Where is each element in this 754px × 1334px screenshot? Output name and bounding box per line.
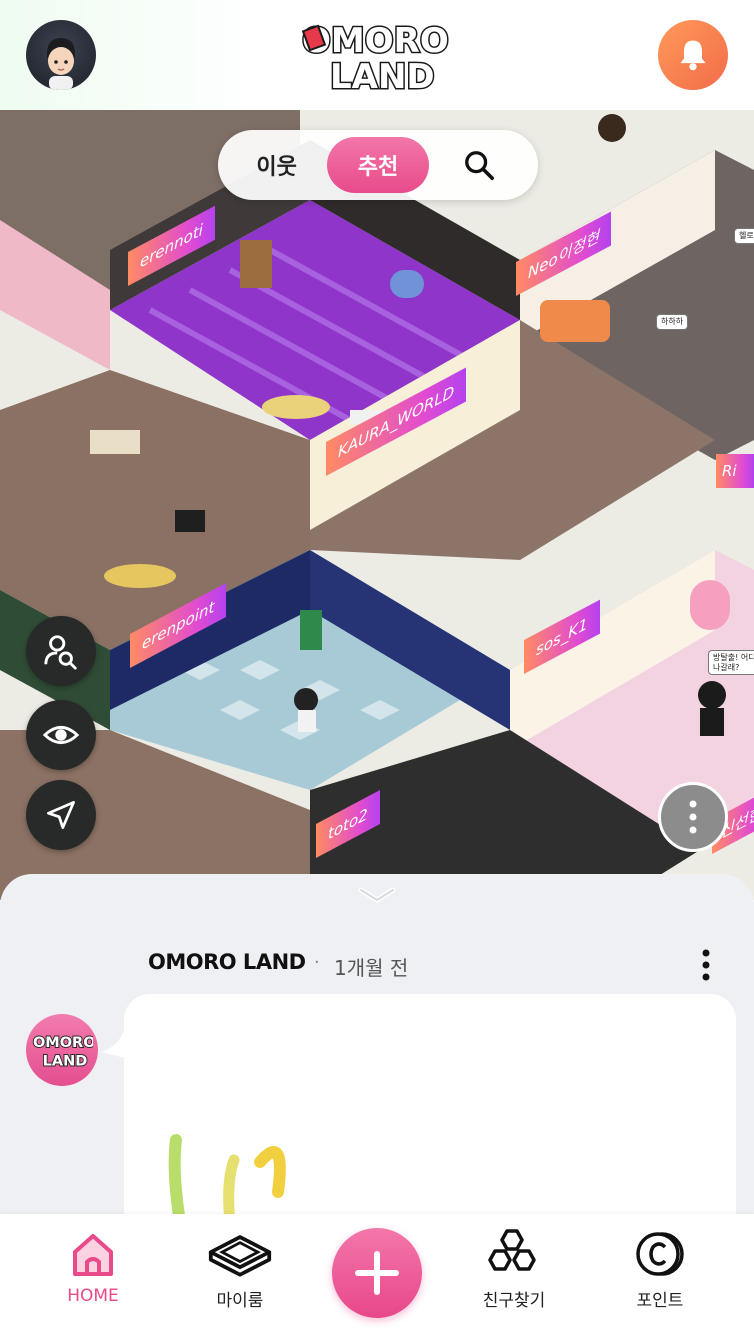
nav-home-label: HOME (67, 1286, 119, 1306)
navigate-button[interactable] (26, 780, 96, 850)
notification-button[interactable] (658, 20, 728, 90)
room-map[interactable]: erennoti KAURA_WORLD Neo이정현 erenpoint so… (0, 110, 754, 900)
bell-icon (680, 40, 706, 71)
nav-my-room-label: 마이룸 (216, 1291, 264, 1311)
tab-neighbors[interactable]: 이웃 (226, 137, 327, 193)
speech-bubble: 하하하 (656, 314, 689, 330)
post-author-name[interactable]: OMORO LAND (148, 950, 306, 974)
top-header: OMORO LAND (0, 0, 754, 110)
nav-home[interactable]: HOME (28, 1214, 158, 1334)
nav-find-friends[interactable]: 친구찾기 (449, 1214, 579, 1334)
more-options-button[interactable] (658, 782, 728, 852)
eye-icon (42, 725, 80, 745)
add-button[interactable] (332, 1228, 422, 1318)
avatar-logo-line2: LAND (43, 1054, 88, 1070)
nav-points[interactable]: 포인트 (595, 1214, 725, 1334)
profile-avatar-button[interactable] (26, 20, 96, 90)
post-image-artwork (168, 1134, 286, 1222)
hexagon-friends-icon (488, 1229, 536, 1271)
plus-icon (355, 1251, 399, 1295)
logo-line2: LAND (330, 57, 435, 94)
post-separator: · (314, 952, 320, 973)
home-icon (73, 1234, 113, 1276)
speech-bubble: 헬로~ (734, 228, 754, 244)
nav-my-room[interactable]: 마이룸 (175, 1214, 305, 1334)
nav-find-friends-label: 친구찾기 (482, 1291, 546, 1311)
navigation-arrow-icon (47, 801, 75, 829)
room-tag-ri[interactable]: Ri (716, 454, 754, 488)
tab-search[interactable] (429, 137, 530, 193)
isometric-rooms-illustration (0, 110, 754, 900)
post-more-icon[interactable] (696, 948, 716, 982)
room-icon (208, 1235, 272, 1277)
tab-recommended[interactable]: 추천 (327, 137, 429, 193)
avatar-icon (47, 38, 75, 90)
post-timestamp: 1개월 전 (334, 956, 409, 980)
more-vertical-icon (689, 800, 697, 834)
person-search-icon (44, 635, 77, 670)
chevron-down-icon[interactable] (357, 884, 397, 906)
post-author-avatar[interactable]: OMORO LAND (26, 1014, 98, 1086)
point-coin-icon (636, 1232, 684, 1276)
search-icon (465, 151, 495, 180)
speech-bubble: 방탈출! 어디로 나갈래? (708, 650, 754, 676)
omoro-land-logo-badge: OMORO LAND (32, 1034, 93, 1070)
avatar-logo-line1: OMORO (33, 1035, 93, 1051)
nav-points-label: 포인트 (636, 1291, 684, 1311)
view-toggle-button[interactable] (26, 700, 96, 770)
find-user-button[interactable] (26, 616, 96, 686)
bottom-navigation: HOME 마이룸 친구찾기 포인트 (0, 1214, 754, 1334)
feed-filter-tabs: 이웃 추천 (218, 130, 538, 200)
omoro-land-logo: OMORO LAND (296, 18, 458, 99)
